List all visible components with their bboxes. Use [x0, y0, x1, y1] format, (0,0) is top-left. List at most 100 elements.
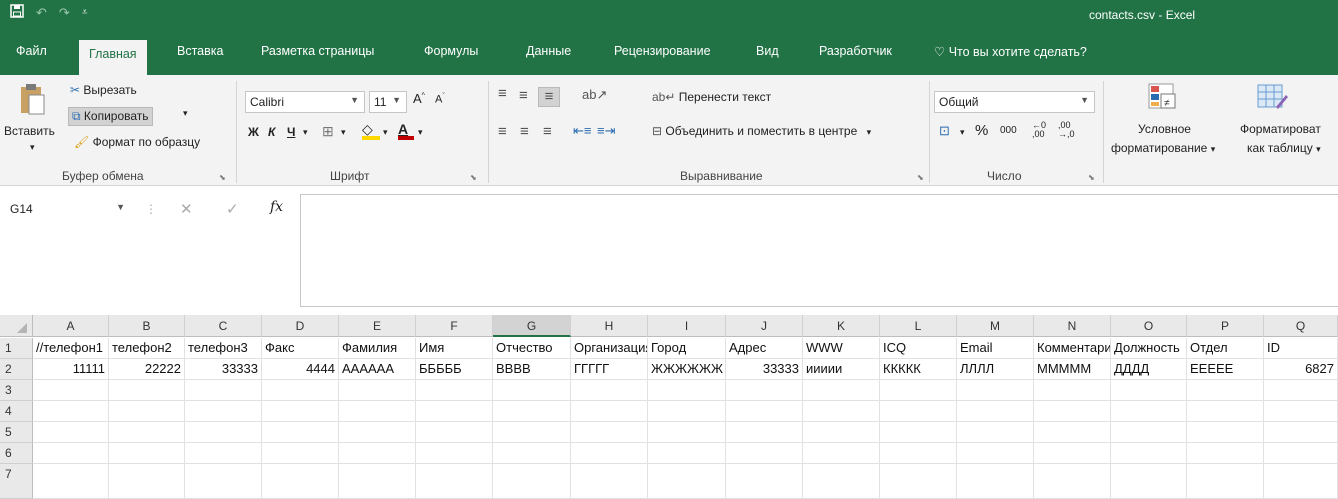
- cell-q1[interactable]: ID: [1264, 338, 1338, 359]
- cell-n1[interactable]: Комментарий: [1034, 338, 1111, 359]
- row-header-4[interactable]: 4: [0, 401, 33, 422]
- font-name-select[interactable]: Calibri ▼: [245, 91, 365, 113]
- cell-a6[interactable]: [33, 443, 109, 464]
- cell-a7[interactable]: [33, 464, 109, 499]
- column-header-i[interactable]: I: [648, 315, 726, 337]
- cell-i7[interactable]: [648, 464, 726, 499]
- column-header-e[interactable]: E: [339, 315, 416, 337]
- number-launcher-icon[interactable]: ⬊: [1088, 173, 1095, 182]
- cell-c7[interactable]: [185, 464, 262, 499]
- increase-decimal-icon[interactable]: ←0,00: [1032, 121, 1046, 139]
- cell-j1[interactable]: Адрес: [726, 338, 803, 359]
- align-top-icon[interactable]: ≡: [498, 85, 507, 102]
- row-header-7[interactable]: 7: [0, 464, 33, 499]
- cell-a1[interactable]: //телефон1: [33, 338, 109, 359]
- cell-a5[interactable]: [33, 422, 109, 443]
- insert-function-icon[interactable]: fx: [270, 199, 283, 215]
- column-header-p[interactable]: P: [1187, 315, 1264, 337]
- column-header-n[interactable]: N: [1034, 315, 1111, 337]
- column-header-j[interactable]: J: [726, 315, 803, 337]
- cell-d3[interactable]: [262, 380, 339, 401]
- cell-j7[interactable]: [726, 464, 803, 499]
- cell-l3[interactable]: [880, 380, 957, 401]
- cell-q5[interactable]: [1264, 422, 1338, 443]
- cell-b4[interactable]: [109, 401, 185, 422]
- cell-b7[interactable]: [109, 464, 185, 499]
- font-color-dropdown-icon[interactable]: ▾: [418, 127, 423, 138]
- tab-view[interactable]: Вид: [756, 44, 779, 58]
- cell-c4[interactable]: [185, 401, 262, 422]
- cell-h7[interactable]: [571, 464, 648, 499]
- cell-g6[interactable]: [493, 443, 571, 464]
- cell-i5[interactable]: [648, 422, 726, 443]
- cell-m2[interactable]: ЛЛЛЛ: [957, 359, 1034, 380]
- tab-formulas[interactable]: Формулы: [424, 44, 478, 58]
- clipboard-launcher-icon[interactable]: ⬊: [219, 173, 226, 182]
- cell-e5[interactable]: [339, 422, 416, 443]
- fill-dropdown-icon[interactable]: ▾: [383, 127, 388, 138]
- column-header-k[interactable]: K: [803, 315, 880, 337]
- decrease-decimal-icon[interactable]: ,00 →,0: [1058, 121, 1075, 139]
- cell-m6[interactable]: [957, 443, 1034, 464]
- cell-a3[interactable]: [33, 380, 109, 401]
- conditional-formatting-icon[interactable]: ≠: [1147, 82, 1177, 115]
- bold-button[interactable]: Ж: [248, 125, 259, 139]
- cell-n2[interactable]: МММММ: [1034, 359, 1111, 380]
- cell-c6[interactable]: [185, 443, 262, 464]
- cell-j5[interactable]: [726, 422, 803, 443]
- cell-d6[interactable]: [262, 443, 339, 464]
- cell-b1[interactable]: телефон2: [109, 338, 185, 359]
- decrease-indent-icon[interactable]: ⇤≡: [573, 123, 591, 139]
- cell-k6[interactable]: [803, 443, 880, 464]
- cell-a2[interactable]: 11111: [33, 359, 109, 380]
- column-header-h[interactable]: H: [571, 315, 648, 337]
- borders-icon[interactable]: ⊞: [322, 123, 334, 140]
- cell-d2[interactable]: 4444: [262, 359, 339, 380]
- font-color-icon[interactable]: A: [398, 121, 414, 140]
- cell-n3[interactable]: [1034, 380, 1111, 401]
- cell-j4[interactable]: [726, 401, 803, 422]
- cell-p3[interactable]: [1187, 380, 1264, 401]
- cut-button[interactable]: ✂ Вырезать: [70, 83, 137, 97]
- cell-h5[interactable]: [571, 422, 648, 443]
- tab-file[interactable]: Файл: [16, 44, 47, 58]
- cell-g2[interactable]: ВВВВ: [493, 359, 571, 380]
- fill-color-icon[interactable]: ◇: [362, 121, 380, 140]
- accounting-dropdown-icon[interactable]: ▾: [960, 127, 965, 138]
- column-header-f[interactable]: F: [416, 315, 493, 337]
- cell-b5[interactable]: [109, 422, 185, 443]
- percent-button[interactable]: %: [975, 122, 988, 139]
- underline-button[interactable]: Ч: [287, 125, 295, 139]
- align-bottom-icon[interactable]: ≡: [538, 87, 560, 107]
- cell-c1[interactable]: телефон3: [185, 338, 262, 359]
- align-right-icon[interactable]: ≡: [543, 123, 552, 140]
- font-launcher-icon[interactable]: ⬊: [470, 173, 477, 182]
- cell-e4[interactable]: [339, 401, 416, 422]
- column-header-b[interactable]: B: [109, 315, 185, 337]
- cell-b3[interactable]: [109, 380, 185, 401]
- merge-center-button[interactable]: ⊟ Объединить и поместить в центре ▾: [652, 124, 871, 138]
- shrink-font-icon[interactable]: Aˇ: [435, 93, 445, 106]
- row-header-6[interactable]: 6: [0, 443, 33, 464]
- tab-data[interactable]: Данные: [526, 44, 571, 58]
- cell-g7[interactable]: [493, 464, 571, 499]
- cell-m3[interactable]: [957, 380, 1034, 401]
- underline-dropdown-icon[interactable]: ▾: [303, 127, 308, 138]
- grow-font-icon[interactable]: A^: [413, 91, 425, 106]
- column-header-a[interactable]: A: [33, 315, 109, 337]
- align-middle-icon[interactable]: ≡: [519, 87, 528, 104]
- italic-button[interactable]: К: [268, 125, 275, 139]
- row-header-5[interactable]: 5: [0, 422, 33, 443]
- cell-d5[interactable]: [262, 422, 339, 443]
- cell-e7[interactable]: [339, 464, 416, 499]
- number-format-select[interactable]: Общий ▼: [934, 91, 1095, 113]
- name-box[interactable]: G14 ▼: [6, 198, 133, 222]
- cancel-icon[interactable]: ✕: [180, 200, 193, 218]
- cell-e1[interactable]: Фамилия: [339, 338, 416, 359]
- cell-o1[interactable]: Должность: [1111, 338, 1187, 359]
- cell-e6[interactable]: [339, 443, 416, 464]
- cell-n5[interactable]: [1034, 422, 1111, 443]
- cell-f2[interactable]: БББББ: [416, 359, 493, 380]
- cell-p2[interactable]: ЕЕЕЕЕ: [1187, 359, 1264, 380]
- column-header-o[interactable]: O: [1111, 315, 1187, 337]
